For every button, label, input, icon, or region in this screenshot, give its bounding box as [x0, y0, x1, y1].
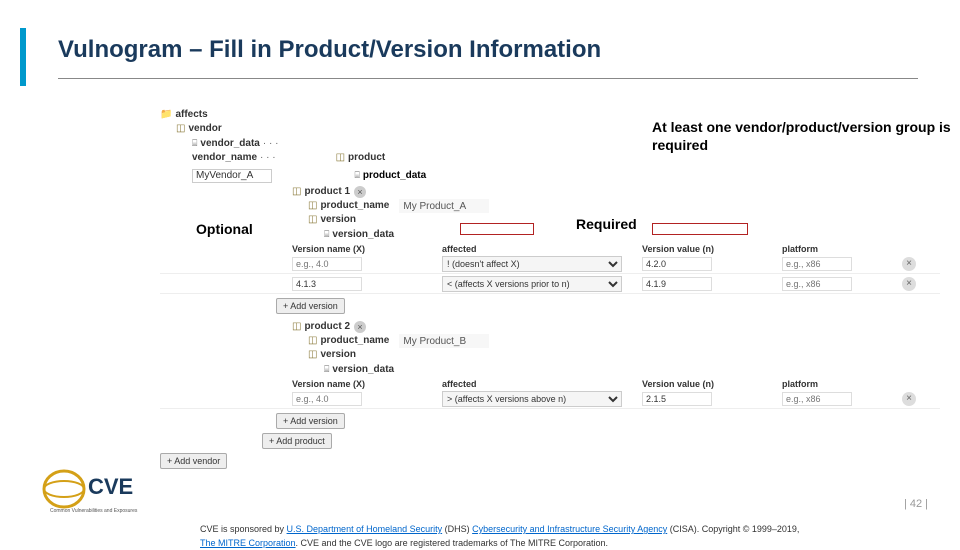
- version-name-input[interactable]: [292, 257, 362, 271]
- remove-icon[interactable]: ×: [354, 186, 366, 198]
- tree-version-b: version: [160, 348, 940, 362]
- db-icon: [324, 362, 332, 377]
- remove-row-icon[interactable]: ×: [902, 257, 916, 271]
- remove-row-icon[interactable]: ×: [902, 392, 916, 406]
- vendor-name-input[interactable]: [192, 169, 272, 183]
- accent-bar: [20, 28, 26, 86]
- db-icon: [354, 170, 362, 181]
- svg-text:CVE: CVE: [88, 474, 133, 499]
- version-value-input[interactable]: [642, 392, 712, 406]
- grid-row: < (affects X versions prior to n) ×: [160, 274, 940, 294]
- add-vendor-button[interactable]: + Add vendor: [160, 453, 227, 469]
- callout-required-box: [652, 223, 748, 235]
- platform-input[interactable]: [782, 257, 852, 271]
- svg-text:Common Vulnerabilities and Exp: Common Vulnerabilities and Exposures: [50, 508, 138, 514]
- affected-select[interactable]: > (affects X versions above n): [442, 391, 622, 407]
- product-name-input-b[interactable]: [399, 334, 489, 348]
- remove-icon[interactable]: ×: [354, 321, 366, 333]
- add-product-button[interactable]: + Add product: [262, 433, 332, 449]
- platform-input[interactable]: [782, 277, 852, 291]
- page-number: | 42 |: [904, 498, 928, 510]
- box-icon: [176, 122, 188, 136]
- title-underline: [58, 78, 918, 79]
- version-name-input[interactable]: [292, 392, 362, 406]
- box-icon: [292, 320, 304, 334]
- tree-product-1: product 1×: [160, 185, 940, 199]
- cve-logo: CVE Common Vulnerabilities and Exposures: [42, 464, 152, 514]
- annotation-optional: Optional: [196, 221, 253, 237]
- folder-icon: [160, 108, 175, 122]
- content-area: At least one vendor/product/version grou…: [160, 108, 940, 469]
- version-name-input[interactable]: [292, 277, 362, 291]
- annotation-required: Required: [576, 216, 637, 232]
- tree-product-name-a: product_name: [160, 199, 940, 213]
- slide-title: Vulnogram – Fill in Product/Version Info…: [58, 36, 601, 64]
- tree-version-a: version: [160, 213, 940, 227]
- platform-input[interactable]: [782, 392, 852, 406]
- product-name-input-a[interactable]: [399, 199, 489, 213]
- box-icon: [308, 213, 320, 227]
- grid-row: ! (doesn't affect X) ×: [160, 254, 940, 274]
- cisa-link[interactable]: Cybersecurity and Infrastructure Securit…: [472, 524, 667, 534]
- db-icon: [192, 136, 200, 151]
- grid-row: > (affects X versions above n) ×: [160, 389, 940, 409]
- grid-header-a: Version name (X)affectedVersion value (n…: [160, 244, 940, 254]
- affected-select[interactable]: < (affects X versions prior to n): [442, 276, 622, 292]
- dhs-link[interactable]: U.S. Department of Homeland Security: [287, 524, 443, 534]
- box-icon: [308, 334, 320, 348]
- tree-product-name-b: product_name: [160, 334, 940, 348]
- footer-text: CVE is sponsored by U.S. Department of H…: [200, 522, 920, 550]
- version-value-input[interactable]: [642, 277, 712, 291]
- version-value-input[interactable]: [642, 257, 712, 271]
- annotation-at-least: At least one vendor/product/version grou…: [652, 118, 952, 154]
- add-version-button[interactable]: + Add version: [276, 298, 345, 314]
- remove-row-icon[interactable]: ×: [902, 277, 916, 291]
- affected-select[interactable]: ! (doesn't affect X): [442, 256, 622, 272]
- callout-optional-box: [460, 223, 534, 235]
- box-icon: [292, 185, 304, 199]
- add-version-button[interactable]: + Add version: [276, 413, 345, 429]
- grid-header-b: Version name (X)affectedVersion value (n…: [160, 379, 940, 389]
- box-icon: [308, 348, 320, 362]
- box-icon: [308, 199, 320, 213]
- db-icon: [324, 227, 332, 242]
- tree-product-2: product 2×: [160, 320, 940, 334]
- tree-version-data-b: version_data: [160, 362, 940, 377]
- box-icon: [336, 151, 348, 165]
- tree-version-data-a: version_data: [160, 227, 940, 242]
